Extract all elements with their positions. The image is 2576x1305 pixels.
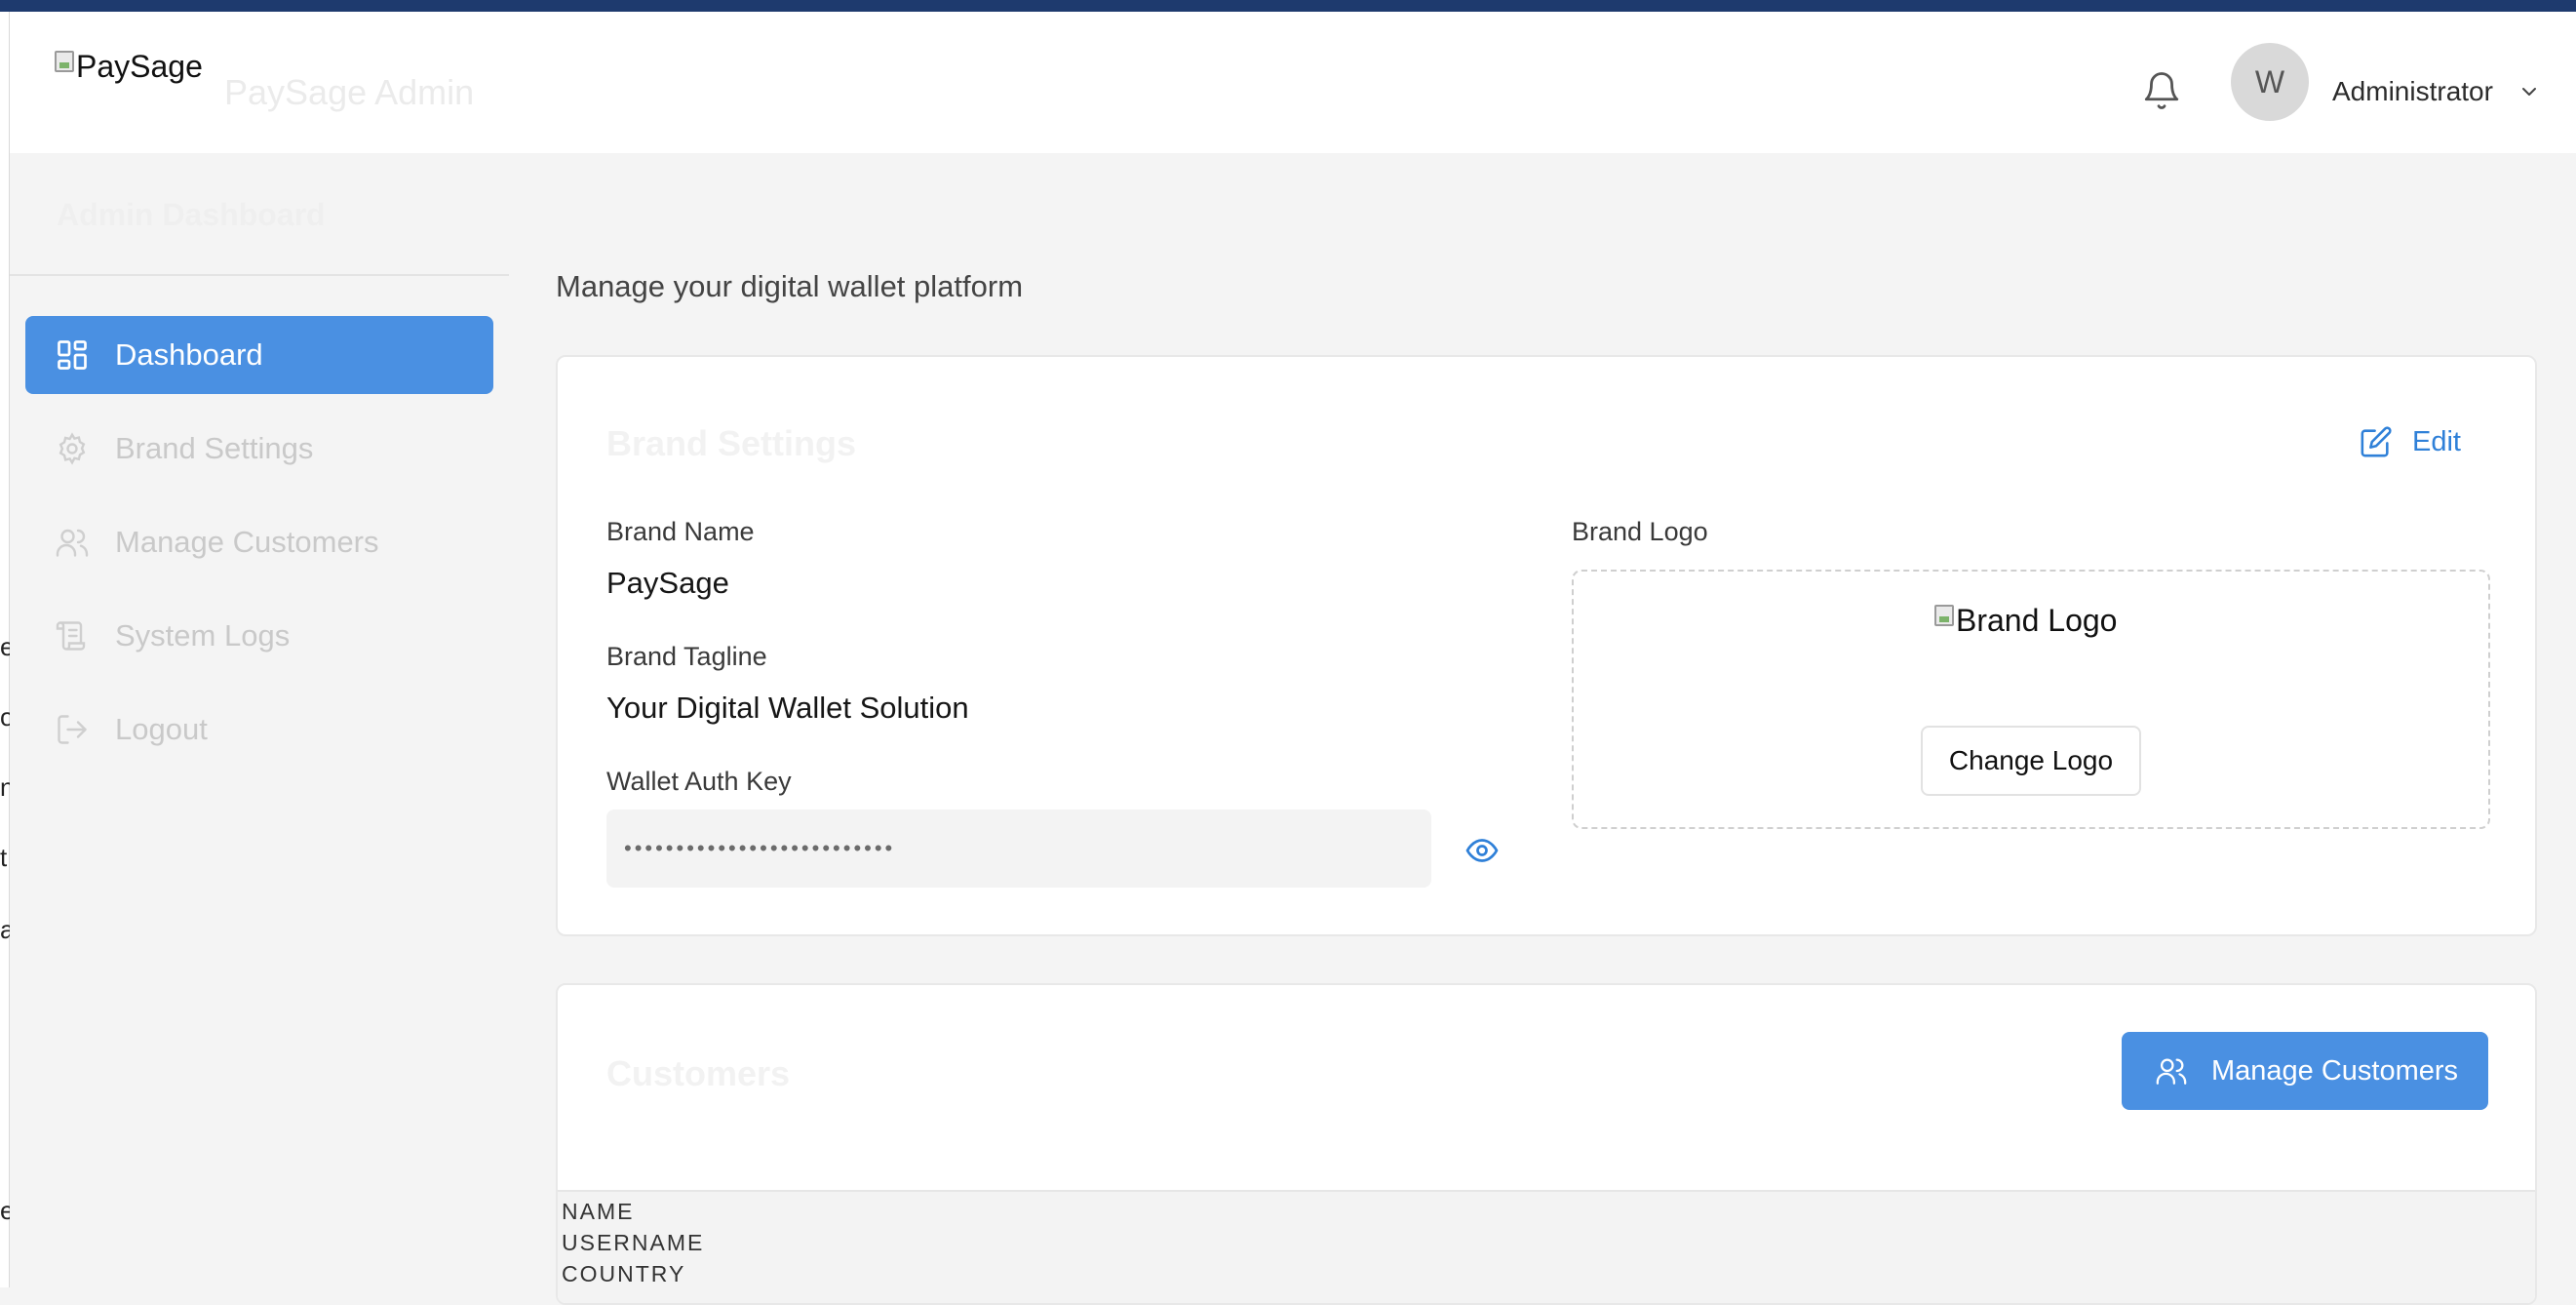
manage-customers-label: Manage Customers bbox=[2211, 1054, 2459, 1087]
sidebar-item-label: Manage Customers bbox=[115, 525, 379, 559]
brand-logo-alt-text: Brand Logo bbox=[1956, 603, 2118, 638]
logout-icon bbox=[58, 715, 87, 744]
bell-icon[interactable] bbox=[2141, 70, 2182, 111]
brand-logo-image[interactable]: PaySage bbox=[55, 51, 203, 82]
brand-settings-title: Brand Settings bbox=[606, 423, 857, 463]
edge-text-fragment: e bbox=[0, 632, 10, 661]
column-header-country[interactable]: COUNTRY bbox=[562, 1258, 2535, 1289]
logo-alt-text: PaySage bbox=[76, 49, 203, 84]
change-logo-button[interactable]: Change Logo bbox=[1921, 726, 2141, 796]
sidebar-item-label: System Logs bbox=[115, 618, 291, 652]
sidebar-item-dashboard[interactable]: Dashboard bbox=[25, 316, 493, 394]
sidebar-item-logout[interactable]: Logout bbox=[25, 691, 493, 769]
sidebar-title: Admin Dashboard bbox=[57, 197, 326, 232]
wallet-auth-key-label: Wallet Auth Key bbox=[606, 767, 792, 796]
brand-tagline-label: Brand Tagline bbox=[606, 642, 767, 671]
avatar[interactable]: W bbox=[2231, 43, 2309, 121]
manage-customers-button[interactable]: Manage Customers bbox=[2122, 1032, 2488, 1110]
sidebar-item-label: Dashboard bbox=[115, 337, 263, 372]
edit-label: Edit bbox=[2412, 425, 2461, 457]
edge-text-fragment: e bbox=[0, 1196, 10, 1225]
app-title: PaySage Admin bbox=[224, 72, 475, 112]
page-subtitle: Manage your digital wallet platform bbox=[556, 269, 1024, 303]
sidebar-divider bbox=[10, 274, 509, 276]
customers-card: Customers Manage Customers NAME USERNAME… bbox=[556, 983, 2537, 1305]
edge-text-fragment: o bbox=[0, 702, 10, 732]
chevron-down-icon[interactable] bbox=[2517, 80, 2541, 103]
user-menu-name[interactable]: Administrator bbox=[2332, 76, 2493, 107]
sidebar-item-label: Logout bbox=[115, 712, 208, 746]
column-header-name[interactable]: NAME bbox=[562, 1196, 2535, 1227]
logo-dropzone: Brand Logo Change Logo bbox=[1572, 570, 2490, 829]
brand-name-value: PaySage bbox=[606, 566, 729, 600]
edge-text-fragment: t bbox=[0, 843, 8, 872]
scroll-icon bbox=[56, 621, 86, 651]
sidebar-item-manage-customers[interactable]: Manage Customers bbox=[25, 503, 493, 581]
eye-icon[interactable] bbox=[1464, 833, 1500, 868]
brand-logo-preview: Brand Logo bbox=[1934, 605, 2117, 636]
brand-tagline-value: Your Digital Wallet Solution bbox=[606, 691, 969, 725]
gear-icon bbox=[59, 432, 86, 465]
dashboard-grid-icon bbox=[58, 340, 87, 370]
sidebar-item-system-logs[interactable]: System Logs bbox=[25, 597, 493, 675]
wallet-auth-key-field[interactable]: •••••••••••••••••••••••••• bbox=[606, 810, 1431, 888]
edit-icon bbox=[2361, 426, 2392, 457]
customers-title: Customers bbox=[606, 1053, 791, 1093]
sidebar-item-label: Brand Settings bbox=[115, 431, 314, 465]
brand-name-label: Brand Name bbox=[606, 517, 755, 546]
brand-logo-label: Brand Logo bbox=[1572, 517, 1708, 546]
users-icon bbox=[2156, 1058, 2187, 1085]
edge-text-fragment: n bbox=[0, 772, 10, 802]
customers-table-header: NAME USERNAME COUNTRY bbox=[558, 1190, 2535, 1303]
broken-image-icon bbox=[1934, 605, 1954, 626]
edit-button[interactable]: Edit bbox=[2360, 425, 2461, 458]
brand-settings-card: Brand Settings Edit Brand Name PaySage B… bbox=[556, 355, 2537, 936]
edge-text-fragment: a bbox=[0, 915, 10, 944]
column-header-username[interactable]: USERNAME bbox=[562, 1227, 2535, 1258]
users-icon bbox=[56, 529, 89, 557]
top-header: PaySage PaySage Admin W Administrator bbox=[10, 12, 2576, 153]
sidebar-item-brand-settings[interactable]: Brand Settings bbox=[25, 410, 493, 488]
broken-image-icon bbox=[55, 51, 74, 72]
browser-top-band bbox=[0, 0, 2576, 12]
